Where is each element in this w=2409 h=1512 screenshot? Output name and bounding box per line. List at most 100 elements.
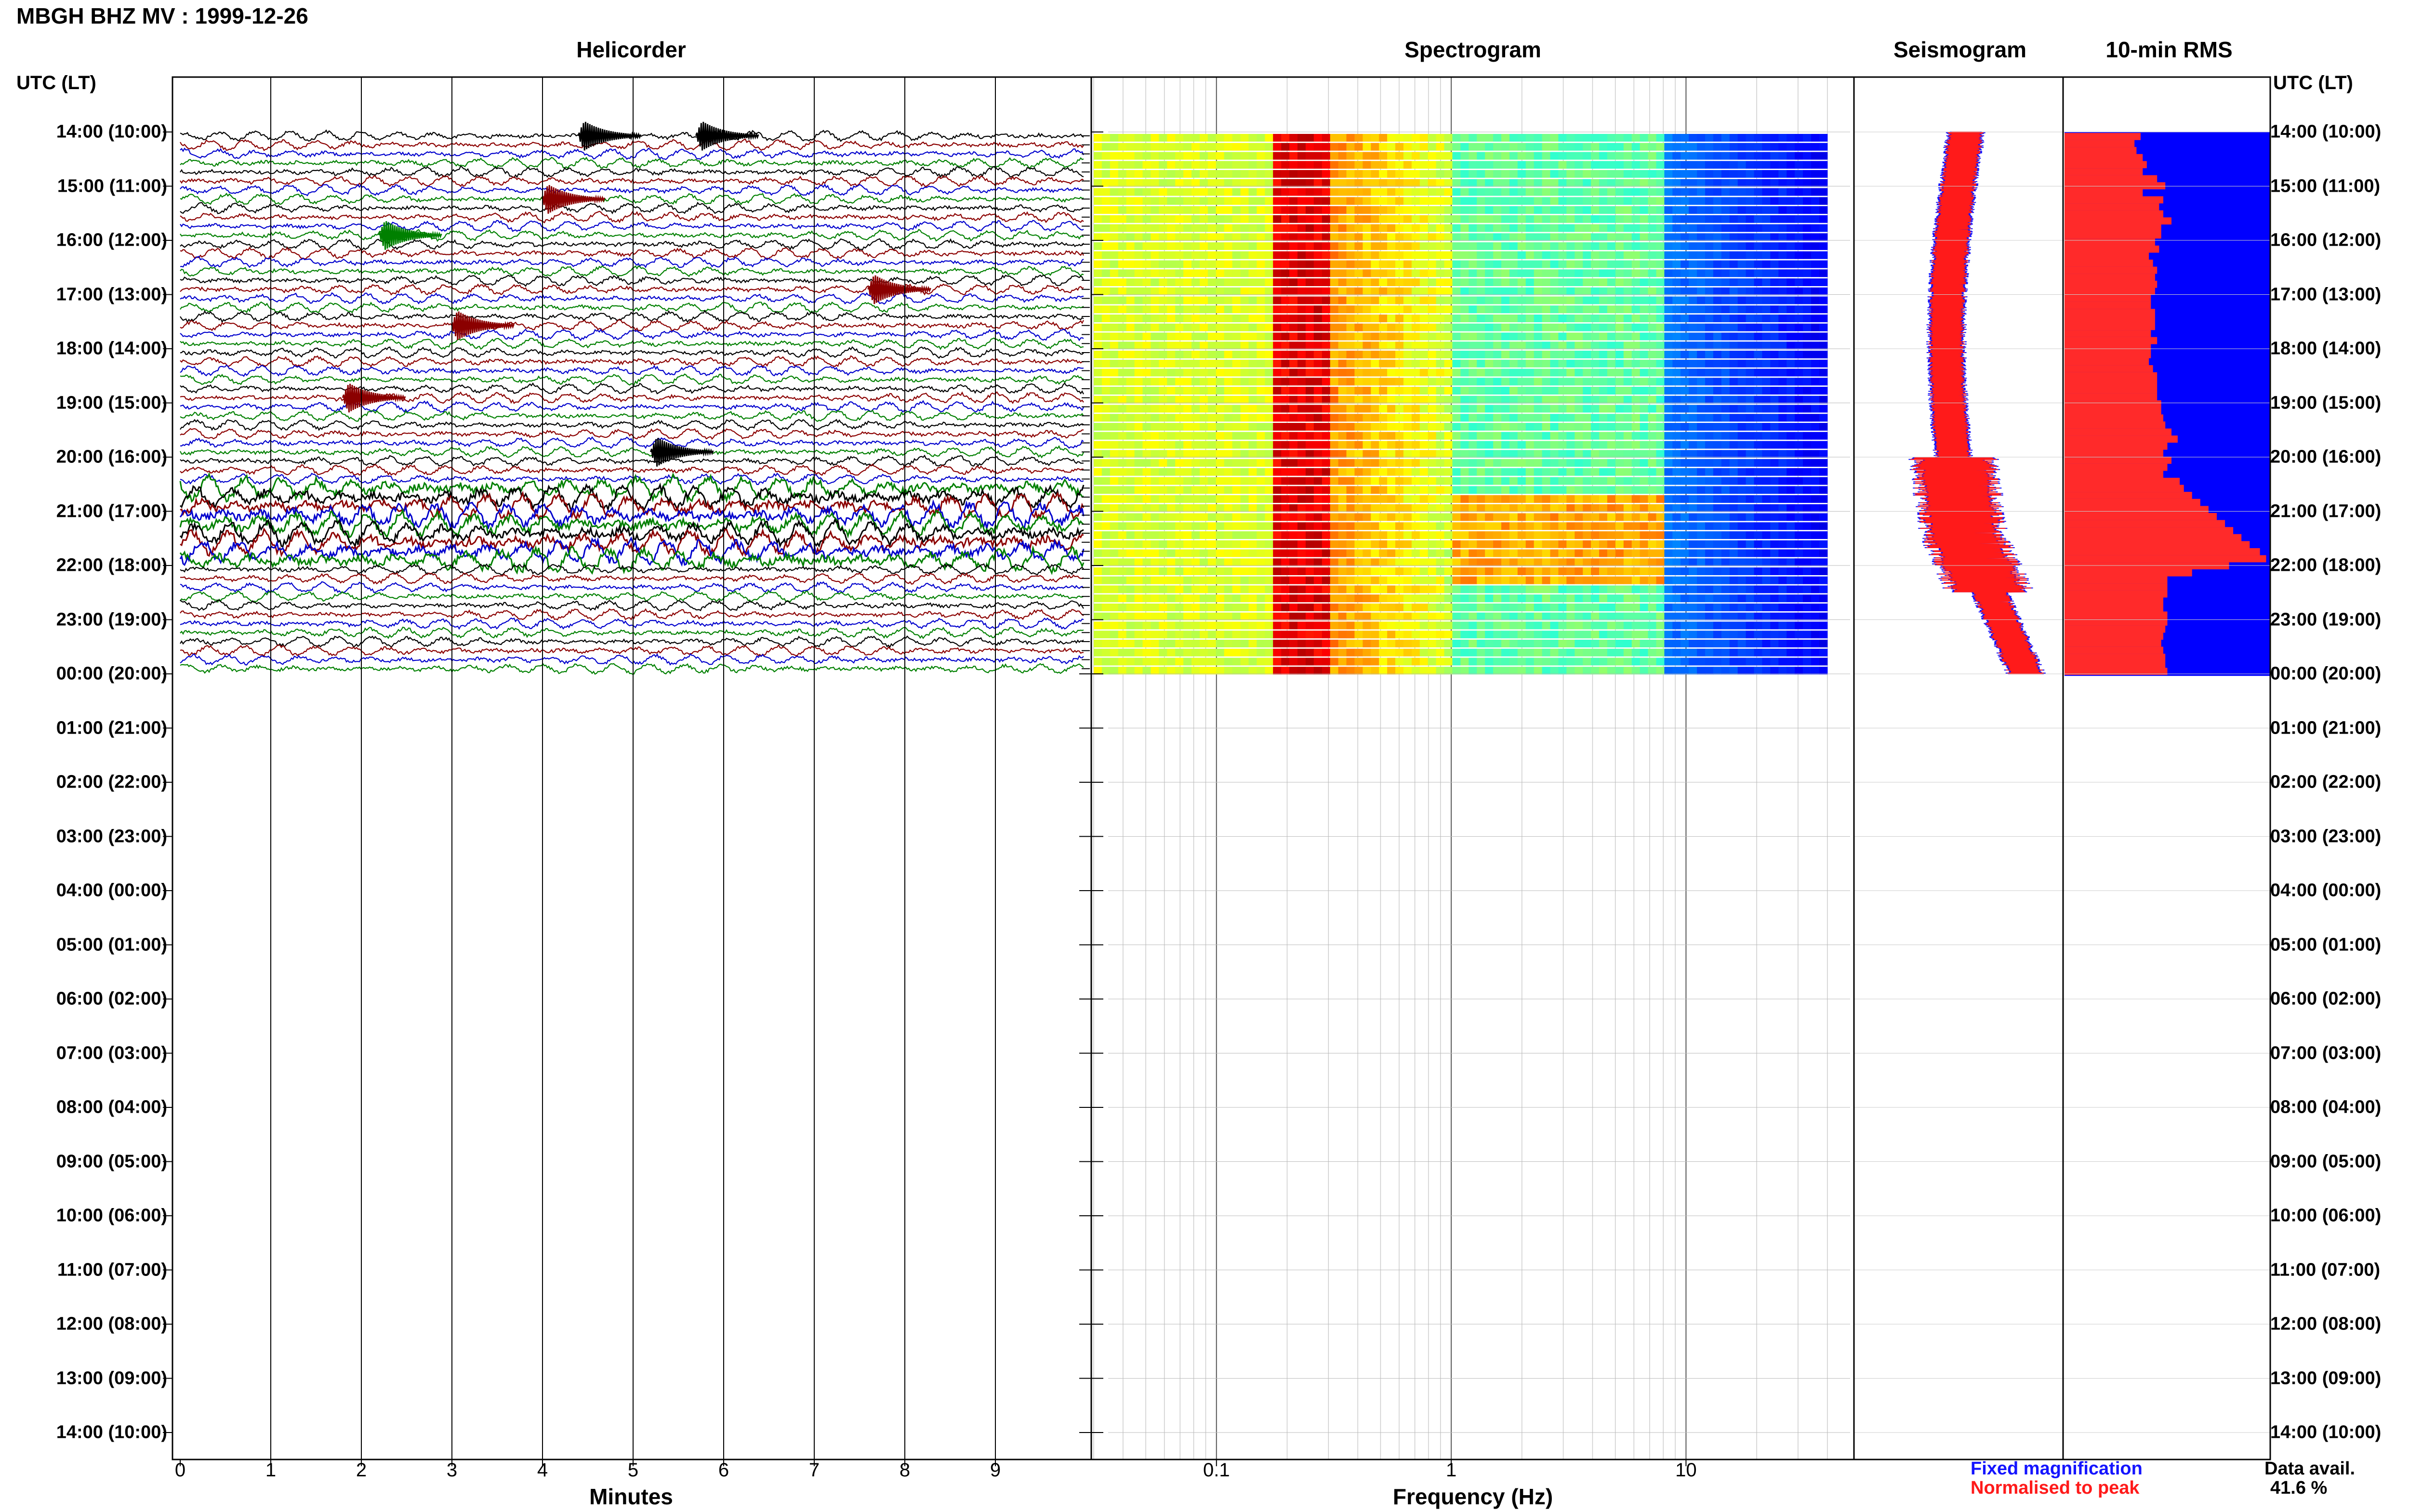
spectrogram-cell bbox=[1101, 170, 1111, 178]
spectrogram-cell bbox=[1419, 278, 1429, 286]
spectrogram-cell bbox=[1313, 604, 1323, 611]
spectrogram-cell bbox=[1501, 585, 1510, 593]
spectrogram-cell bbox=[1126, 233, 1135, 241]
spectrogram-cell bbox=[1134, 179, 1143, 187]
spectrogram-cell bbox=[1566, 323, 1575, 331]
spectrogram-cell bbox=[1705, 143, 1714, 151]
spectrogram-cell bbox=[1346, 351, 1355, 358]
spectrogram-cell bbox=[1607, 323, 1616, 331]
spectrogram-cell bbox=[1721, 215, 1730, 223]
spectrogram-cell bbox=[1428, 450, 1437, 458]
spectrogram-cell bbox=[1305, 585, 1314, 593]
spectrogram-cell bbox=[1770, 251, 1779, 259]
spectrogram-cell bbox=[1232, 585, 1241, 593]
spectrogram-cell bbox=[1534, 495, 1543, 503]
spectrogram-cell bbox=[1811, 513, 1820, 521]
spectrogram-cell bbox=[1191, 197, 1200, 205]
spectrogram-cell bbox=[1681, 179, 1689, 187]
spectrogram-cell bbox=[1599, 405, 1608, 413]
helicorder-trace bbox=[180, 581, 1084, 594]
spectrogram-cell bbox=[1575, 305, 1583, 314]
spectrogram-cell bbox=[1191, 395, 1200, 404]
spectrogram-cell bbox=[1322, 468, 1331, 476]
spectrogram-cell bbox=[1118, 522, 1127, 530]
spectrogram-cell bbox=[1534, 296, 1543, 304]
spectrogram-cell bbox=[1419, 305, 1429, 314]
spectrogram-cell bbox=[1664, 251, 1673, 259]
spectrogram-cell bbox=[1224, 477, 1233, 485]
spectrogram-cell bbox=[1273, 576, 1282, 584]
spectrogram-cell bbox=[1363, 161, 1371, 169]
spectrogram-cell bbox=[1558, 450, 1567, 458]
spectrogram-cell bbox=[1550, 287, 1559, 295]
spectrogram-cell bbox=[1770, 414, 1779, 422]
spectrogram-cell bbox=[1444, 188, 1453, 196]
spectrogram-cell bbox=[1305, 522, 1314, 530]
spectrogram-cell bbox=[1648, 594, 1656, 603]
spectrogram-cell bbox=[1509, 468, 1518, 476]
spectrogram-cell bbox=[1689, 531, 1697, 539]
spectrogram-cell bbox=[1501, 260, 1510, 268]
spectrogram-cell bbox=[1387, 450, 1396, 458]
spectrogram-cell bbox=[1330, 188, 1339, 196]
spectrogram-cell bbox=[1403, 152, 1412, 160]
spectrogram-cell bbox=[1469, 567, 1477, 575]
spectrogram-cell bbox=[1607, 459, 1616, 467]
spectrogram-cell bbox=[1207, 585, 1217, 593]
spectrogram-cell bbox=[1257, 432, 1265, 440]
spectrogram-cell bbox=[1118, 206, 1127, 214]
spectrogram-cell bbox=[1175, 152, 1184, 160]
spectrogram-cell bbox=[1436, 315, 1445, 322]
spectrogram-cell bbox=[1297, 441, 1306, 449]
spectrogram-cell bbox=[1729, 549, 1738, 557]
spectrogram-cell bbox=[1689, 368, 1697, 377]
spectrogram-cell bbox=[1281, 206, 1290, 214]
spectrogram-cell bbox=[1248, 152, 1257, 160]
spectrogram-cell bbox=[1583, 368, 1591, 377]
spectrogram-cell bbox=[1363, 423, 1371, 431]
spectrogram-cell bbox=[1452, 432, 1461, 440]
spectrogram-cell bbox=[1689, 170, 1697, 178]
spectrogram-cell bbox=[1273, 197, 1282, 205]
spectrogram-cell bbox=[1346, 414, 1355, 422]
spectrogram-cell bbox=[1134, 206, 1143, 214]
spectrogram-cell bbox=[1200, 188, 1208, 196]
spectrogram-cell bbox=[1142, 522, 1151, 530]
spectrogram-cell bbox=[1615, 477, 1624, 485]
spectrogram-cell bbox=[1281, 161, 1290, 169]
spectrogram-cell bbox=[1542, 504, 1551, 512]
spectrogram-cell bbox=[1175, 513, 1184, 521]
helicorder-trace bbox=[180, 463, 1084, 476]
spectrogram-cell bbox=[1395, 395, 1404, 404]
spectrogram-cell bbox=[1232, 558, 1241, 566]
spectrogram-cell bbox=[1387, 549, 1396, 557]
spectrogram-cell bbox=[1452, 513, 1461, 521]
spectrogram-cell bbox=[1411, 567, 1420, 575]
spectrogram-cell bbox=[1525, 332, 1535, 341]
spectrogram-cell bbox=[1200, 531, 1208, 539]
spectrogram-cell bbox=[1289, 287, 1298, 295]
spectrogram-cell bbox=[1721, 387, 1730, 394]
spectrogram-cell bbox=[1795, 594, 1803, 603]
spectrogram-cell bbox=[1094, 233, 1102, 241]
spectrogram-cell bbox=[1297, 215, 1306, 223]
spectrogram-cell bbox=[1313, 179, 1323, 187]
spectrogram-cell bbox=[1175, 522, 1184, 530]
spectrogram-cell bbox=[1705, 269, 1714, 277]
spectrogram-cell bbox=[1656, 170, 1665, 178]
spectrogram-cell bbox=[1248, 486, 1257, 494]
spectrogram-cell bbox=[1436, 459, 1445, 467]
spectrogram-cell bbox=[1126, 143, 1135, 151]
spectrogram-cell bbox=[1354, 342, 1363, 350]
spectrogram-cell bbox=[1477, 342, 1485, 350]
spectrogram-cell bbox=[1265, 504, 1273, 512]
spectrogram-cell bbox=[1762, 179, 1771, 187]
spectrogram-cell bbox=[1395, 359, 1404, 368]
spectrogram-cell bbox=[1265, 188, 1273, 196]
spectrogram-cell bbox=[1754, 152, 1762, 160]
spectrogram-cell bbox=[1265, 152, 1273, 160]
spectrogram-cell bbox=[1338, 513, 1347, 521]
spectrogram-cell bbox=[1289, 395, 1298, 404]
spectrogram-cell bbox=[1200, 359, 1208, 368]
spectrogram-cell bbox=[1681, 305, 1689, 314]
